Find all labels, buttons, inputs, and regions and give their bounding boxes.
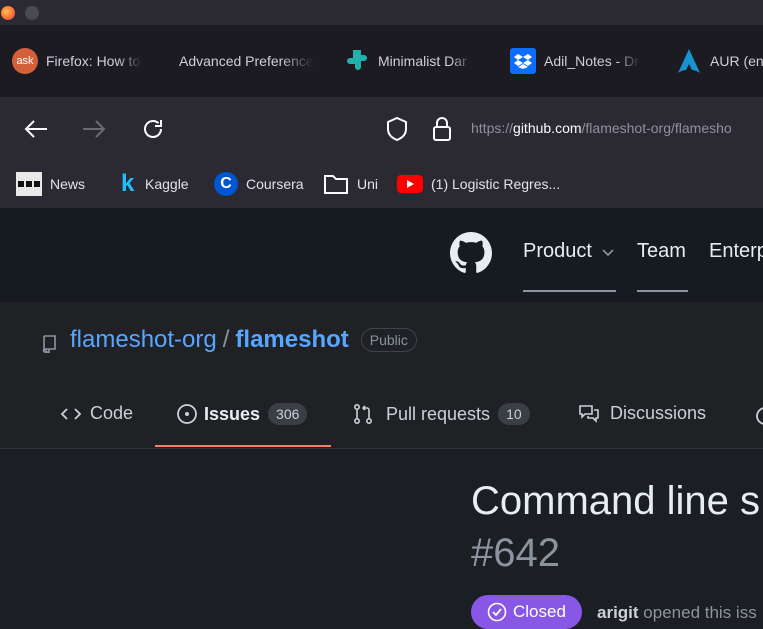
nav-underline <box>523 290 616 292</box>
url-domain: github.com <box>513 120 582 136</box>
issue-action-text: opened this iss <box>643 603 757 622</box>
lock-icon <box>433 117 451 141</box>
nav-team[interactable]: Team <box>637 240 688 292</box>
visibility-badge: Public <box>360 328 417 352</box>
repo-header: flameshot-org / flameshot Public Code Is… <box>0 302 763 449</box>
issue-state-label: Closed <box>513 602 566 621</box>
repo-icon <box>41 335 57 358</box>
bookmark-kaggle[interactable]: k Kaggle <box>121 170 189 197</box>
tracking-protection-button[interactable] <box>381 113 413 145</box>
back-arrow-icon <box>24 120 47 138</box>
url-prefix: https:// <box>471 120 514 136</box>
tab-label: Advanced Preference <box>179 53 314 69</box>
bookmark-label: News <box>50 176 86 192</box>
nav-team-label: Team <box>637 240 686 262</box>
chevron-down-icon <box>601 249 614 257</box>
firefox-icon <box>1 6 15 20</box>
tab-pulls-label: Pull requests <box>386 403 491 424</box>
youtube-icon <box>397 175 423 193</box>
bookmark-label: Coursera <box>246 176 304 192</box>
tab-advanced-preferences[interactable]: Advanced Preference <box>179 39 314 83</box>
folder-icon <box>323 173 349 195</box>
tab-discussions-label: Discussions <box>610 403 707 423</box>
issue-opened-icon <box>177 404 197 424</box>
reload-icon <box>144 120 162 138</box>
pulls-counter: 10 <box>498 403 530 425</box>
window-titlebar <box>0 0 763 25</box>
issue-state-badge: Closed <box>471 595 582 629</box>
bookmark-label: (1) Logistic Regres... <box>431 176 561 192</box>
shield-icon <box>387 116 407 142</box>
tab-pull-requests[interactable]: Pull requests 10 <box>352 403 530 425</box>
forward-button[interactable] <box>78 113 110 145</box>
tab-issues-label: Issues <box>204 403 261 424</box>
nav-enterprise-label: Enterp <box>709 240 763 262</box>
issue-title: Command line s <box>471 479 761 523</box>
more-tab-icon[interactable] <box>755 406 763 431</box>
tab-label: Minimalist Dar <box>378 53 467 69</box>
tab-adil-notes[interactable]: Adil_Notes - Dr <box>510 39 642 83</box>
tab-label: Firefox: How to <box>46 53 141 69</box>
issue-author-link[interactable]: arigit <box>597 603 639 622</box>
bookmark-youtube[interactable]: (1) Logistic Regres... <box>397 172 560 196</box>
puzzle-icon <box>344 48 370 74</box>
nav-underline <box>637 290 688 292</box>
tab-label: Adil_Notes - Dr <box>544 53 639 69</box>
tab-firefox-howto[interactable]: ask Firefox: How to <box>12 39 144 83</box>
tab-discussions[interactable]: Discussions <box>578 403 706 424</box>
url-bar[interactable]: https://github.com/flameshot-org/flamesh… <box>471 120 732 136</box>
active-tab-underline <box>155 445 331 447</box>
bookmark-label: Kaggle <box>145 176 189 192</box>
tab-code-label: Code <box>90 403 134 423</box>
bookmark-label: Uni <box>357 176 379 192</box>
repo-owner-link[interactable]: flameshot-org <box>70 326 217 354</box>
tab-minimalist-dark[interactable]: Minimalist Dar <box>344 39 476 83</box>
issues-counter: 306 <box>268 403 308 425</box>
check-circle-icon <box>487 602 507 622</box>
site-security-button[interactable] <box>426 113 458 145</box>
coursera-icon: C <box>214 172 238 196</box>
issue-meta: arigit opened this iss <box>597 603 757 623</box>
github-logo-icon[interactable] <box>450 232 492 279</box>
bookmark-uni-folder[interactable]: Uni <box>323 172 378 196</box>
discussions-icon <box>579 404 599 423</box>
tab-issues[interactable]: Issues 306 <box>176 403 308 425</box>
repo-breadcrumb: flameshot-org / flameshot Public <box>70 326 417 354</box>
bookmark-news[interactable]: News <box>16 172 85 196</box>
nav-enterprise[interactable]: Enterp <box>709 240 763 263</box>
tab-label: AUR (en <box>710 53 763 69</box>
window-control-dot[interactable] <box>25 6 39 20</box>
url-path: /flameshot-org/flamesho <box>581 120 732 136</box>
back-button[interactable] <box>20 113 52 145</box>
navigation-toolbar: https://github.com/flameshot-org/flamesh… <box>0 97 763 161</box>
kaggle-icon: k <box>121 170 135 197</box>
nav-product-label: Product <box>523 240 592 262</box>
dropbox-icon <box>510 48 536 74</box>
forward-arrow-icon <box>83 120 106 138</box>
repo-name-link[interactable]: flameshot <box>235 326 348 354</box>
tab-strip: ask Firefox: How to Advanced Preference … <box>0 25 763 97</box>
issue-main: Command line s #642 Closed arigit opened… <box>0 449 763 629</box>
arch-icon <box>676 48 702 74</box>
bookmarks-toolbar: News k Kaggle C Coursera Uni (1) Logisti… <box>0 161 763 208</box>
nav-product[interactable]: Product <box>523 240 616 292</box>
repo-separator: / <box>222 326 230 353</box>
issue-number: #642 <box>471 531 560 575</box>
tab-code[interactable]: Code <box>60 403 133 424</box>
code-icon <box>60 407 82 420</box>
tab-aur[interactable]: AUR (en <box>676 39 763 83</box>
bookmark-coursera[interactable]: C Coursera <box>214 172 304 196</box>
github-header: Product Team Enterp <box>0 208 763 302</box>
pull-request-icon <box>353 403 373 425</box>
reload-button[interactable] <box>137 113 169 145</box>
ask-icon: ask <box>12 48 38 74</box>
news-icon <box>16 172 42 196</box>
